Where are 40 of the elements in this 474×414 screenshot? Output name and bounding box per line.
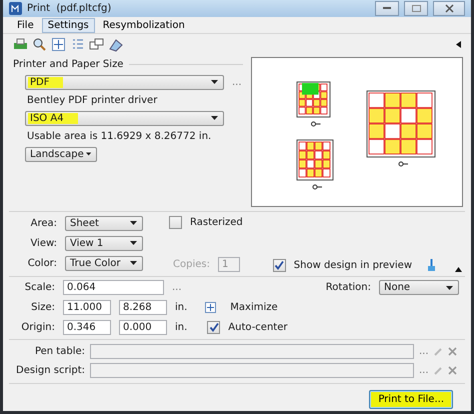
window-title: Print (pdf.pltcfg): [27, 2, 112, 14]
tab[interactable]: Settings: [42, 18, 95, 33]
field-label: Pen table:: [34, 346, 85, 358]
field-label: Rotation:: [326, 282, 371, 294]
field-label: Color:: [26, 258, 57, 268]
scale-field[interactable]: 0.064: [63, 280, 164, 296]
maximize-label[interactable]: Maximize: [230, 302, 278, 314]
field-label: Scale:: [24, 282, 55, 294]
dropdown[interactable]: None: [379, 280, 459, 296]
checkbox-label: Rasterized: [190, 216, 243, 228]
field-label: Design script:: [15, 365, 85, 376]
checkbox-label: Show design in preview: [294, 260, 412, 270]
browse-button[interactable]: ...: [419, 346, 429, 358]
width-field[interactable]: 11.000: [63, 300, 111, 316]
unit-label: in.: [175, 302, 188, 314]
checkbox-label: Auto-center: [228, 322, 288, 334]
section-title: Printer and Paper Size: [13, 58, 124, 70]
dropdown[interactable]: Sheet: [65, 216, 143, 230]
dropdown[interactable]: Landscape: [25, 146, 97, 162]
dropdown[interactable]: ISO A4: [25, 110, 224, 126]
field-label: View:: [29, 238, 57, 248]
browse-button[interactable]: ...: [232, 76, 242, 88]
dropdown[interactable]: View 1: [65, 236, 143, 250]
field-label: Size:: [30, 302, 55, 314]
print-to-file-button[interactable]: Print to File...: [369, 390, 453, 409]
tab[interactable]: Resymbolization: [96, 18, 191, 33]
driver-text: Bentley PDF printer driver: [27, 94, 158, 106]
dropdown[interactable]: True Color: [65, 256, 143, 270]
origin-x-field[interactable]: 0.346: [63, 320, 111, 336]
more-button[interactable]: ...: [172, 282, 182, 294]
browse-button[interactable]: ...: [419, 365, 429, 376]
tab[interactable]: File: [11, 18, 40, 33]
dropdown[interactable]: PDF: [25, 74, 224, 90]
origin-y-field[interactable]: 0.000: [119, 320, 167, 336]
height-field[interactable]: 8.268: [119, 300, 167, 316]
field-label: Area:: [30, 218, 57, 228]
field-label: Origin:: [20, 322, 55, 334]
unit-label: in.: [175, 322, 188, 334]
usable-area-text: Usable area is 11.6929 x 8.26772 in.: [27, 130, 212, 142]
field-label: Copies:: [173, 258, 210, 270]
